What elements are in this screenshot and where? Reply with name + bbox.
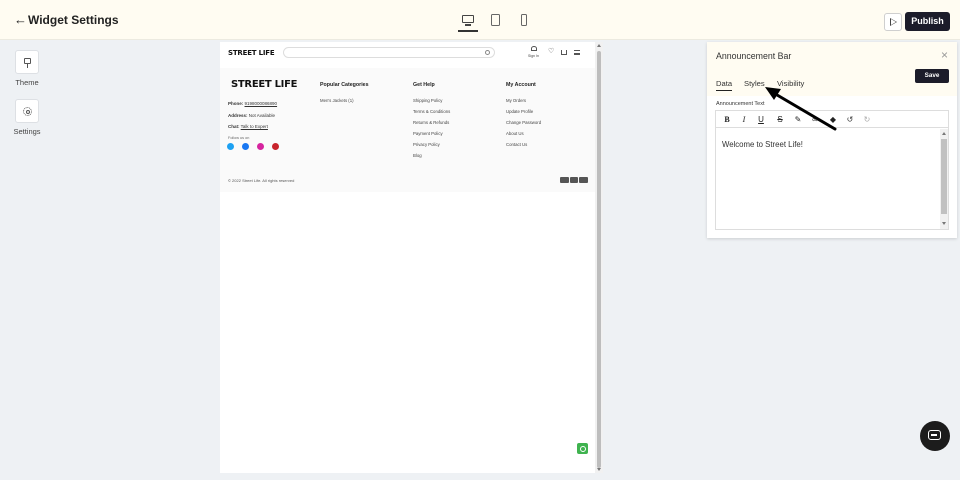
chat-icon [928, 430, 941, 440]
annotation-arrow-icon [765, 87, 837, 131]
chat-widget-button[interactable] [920, 421, 950, 451]
